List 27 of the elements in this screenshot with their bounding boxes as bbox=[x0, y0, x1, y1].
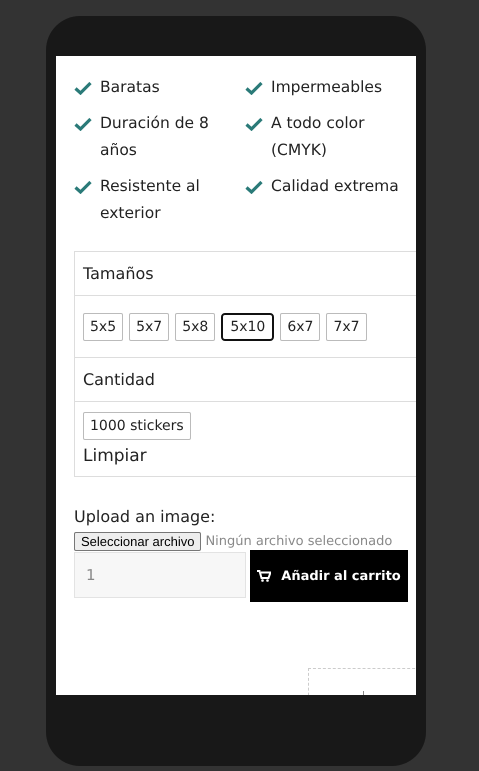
attribute-label: Cantidad bbox=[83, 370, 155, 389]
feature-text: Impermeables bbox=[271, 77, 382, 98]
feature-text: Resistente al exterior bbox=[100, 176, 201, 224]
size-option[interactable]: 5x5 bbox=[83, 312, 124, 340]
add-to-cart-button[interactable]: Añadir al carrito bbox=[250, 550, 408, 602]
feature-text: Calidad extrema bbox=[271, 176, 399, 197]
quantity-option[interactable]: 1000 stickers bbox=[83, 412, 191, 440]
check-icon bbox=[74, 180, 92, 194]
cart-icon bbox=[257, 570, 272, 582]
choose-file-button[interactable]: Seleccionar archivo bbox=[74, 532, 202, 551]
feature-text: Duración de 8 años bbox=[100, 113, 210, 161]
size-option[interactable]: 7x7 bbox=[326, 312, 367, 340]
size-option[interactable]: 6x7 bbox=[280, 312, 320, 340]
check-icon bbox=[74, 117, 92, 131]
check-icon bbox=[74, 81, 92, 95]
clear-link[interactable]: Limpiar bbox=[83, 446, 147, 466]
size-option[interactable]: 5x7 bbox=[129, 312, 170, 340]
file-status: Ningún archivo seleccionado bbox=[205, 534, 392, 549]
upload-label: Upload an image: bbox=[74, 507, 216, 526]
feature-text: A todo color (CMYK) bbox=[271, 113, 366, 161]
check-icon bbox=[245, 117, 263, 131]
feature-text: Baratas bbox=[100, 77, 160, 98]
check-icon bbox=[245, 180, 263, 194]
size-option[interactable]: 5x10 bbox=[221, 312, 274, 340]
attribute-label: Tamaños bbox=[83, 264, 154, 283]
size-option[interactable]: 5x8 bbox=[175, 312, 216, 340]
check-icon bbox=[245, 81, 263, 95]
